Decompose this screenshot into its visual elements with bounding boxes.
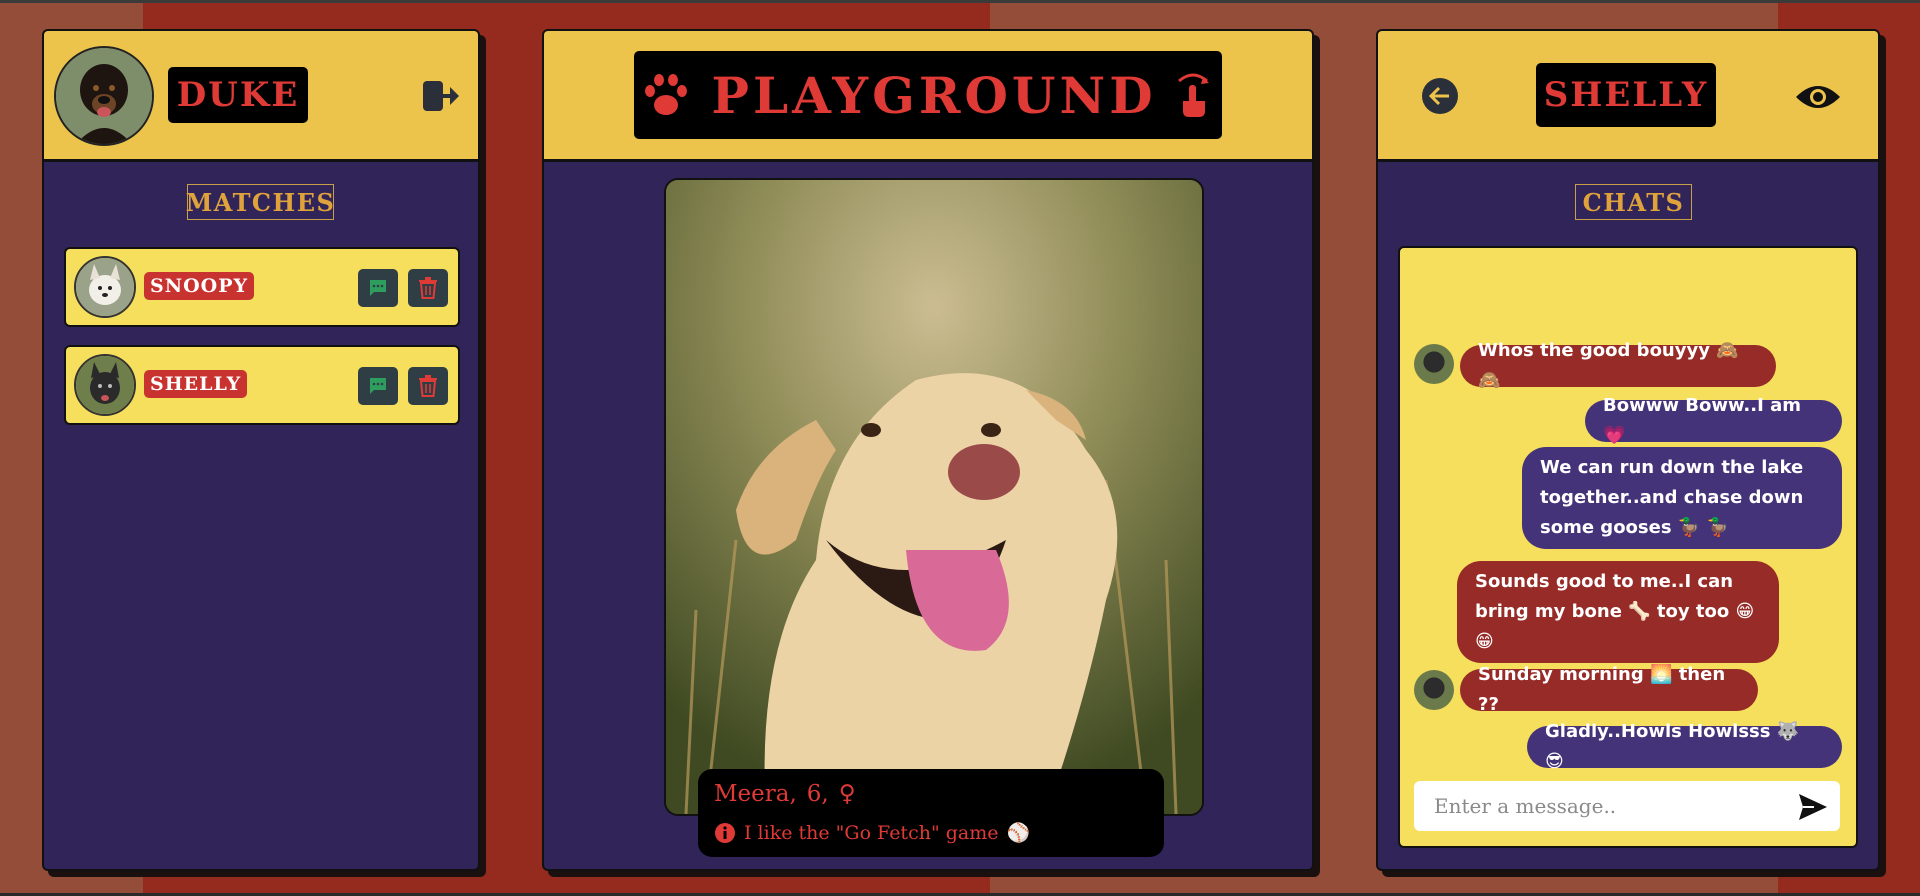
swipe-hand-icon xyxy=(1177,73,1209,117)
chat-bubble-icon xyxy=(370,280,386,296)
back-arrow-icon[interactable] xyxy=(1421,77,1459,115)
profile-bio: I like the "Go Fetch" game ⚾ xyxy=(714,821,1030,844)
match-card-shelly[interactable]: SHELLY xyxy=(64,345,460,425)
user-header: DUKE xyxy=(44,31,478,162)
brand-header: PLAYGROUND xyxy=(544,31,1312,162)
chat-button[interactable] xyxy=(358,269,398,307)
message-bubble: Sunday morning 🌅 then ?? xyxy=(1460,664,1758,715)
eye-icon[interactable] xyxy=(1794,81,1842,113)
chat-button[interactable] xyxy=(358,367,398,405)
delete-button[interactable] xyxy=(408,269,448,307)
message-bubble: Whos the good bouyyy 🙈 🙈 xyxy=(1460,340,1776,391)
match-card-snoopy[interactable]: SNOOPY xyxy=(64,247,460,327)
message-text-line: We can run down the lake xyxy=(1540,457,1804,478)
brand-title: PLAYGROUND xyxy=(711,65,1157,125)
chat-bubble-icon xyxy=(370,378,386,394)
message-bubble: Sounds good to me..I can bring my bone 🦴… xyxy=(1457,561,1779,663)
profile-age: 6, xyxy=(806,781,829,807)
chat-header: SHELLY xyxy=(1378,31,1878,162)
message-text: Gladly..Howls Howlsss 🐺 😎 xyxy=(1545,721,1800,772)
matches-panel: DUKE MATCHES SNOOPY SHELLY xyxy=(42,29,480,871)
message-bubble: Gladly..Howls Howlsss 🐺 😎 xyxy=(1527,721,1842,772)
match-avatar[interactable] xyxy=(74,354,136,416)
paw-icon xyxy=(645,74,688,115)
chat-area: Whos the good bouyyy 🙈 🙈 Bowww Boww..I a… xyxy=(1398,246,1858,848)
match-avatar[interactable] xyxy=(74,256,136,318)
delete-button[interactable] xyxy=(408,367,448,405)
message-text-line: some gooses 🦆 🦆 xyxy=(1540,517,1729,538)
profile-info: Meera, 6, ♀ I like the "Go Fetch" game ⚾ xyxy=(698,769,1164,857)
match-name[interactable]: SHELLY xyxy=(144,370,248,398)
message-bubble: We can run down the lake together..and c… xyxy=(1522,447,1842,549)
shepherd-photo xyxy=(76,356,134,414)
profile-headline: Meera, 6, ♀ xyxy=(714,781,856,807)
message-text-line: 😁 xyxy=(1475,631,1494,652)
trash-icon xyxy=(419,277,437,299)
user-avatar[interactable] xyxy=(54,46,154,146)
message-text: Sunday morning 🌅 then ?? xyxy=(1478,664,1726,715)
playground-panel: PLAYGROUND Meera, 6, ♀ I like the "Go Fe… xyxy=(542,29,1314,871)
window-top-border xyxy=(0,0,1920,3)
trash-icon xyxy=(419,375,437,397)
brand-banner: PLAYGROUND xyxy=(634,51,1222,139)
chat-panel: SHELLY CHATS Whos the good bouyyy 🙈 🙈 Bo… xyxy=(1376,29,1880,871)
female-icon: ♀ xyxy=(838,781,856,807)
send-icon[interactable] xyxy=(1798,793,1828,821)
profile-photo[interactable] xyxy=(664,178,1204,816)
chat-avatar xyxy=(1414,344,1454,384)
profile-bio-text: I like the "Go Fetch" game xyxy=(744,821,999,844)
message-text: Bowww Boww..I am 💗 xyxy=(1603,395,1801,446)
rottweiler-photo xyxy=(56,48,152,144)
message-input[interactable] xyxy=(1414,781,1840,831)
message-text-line: Sounds good to me..I can xyxy=(1475,571,1734,592)
info-icon xyxy=(715,822,735,843)
baseball-icon: ⚾ xyxy=(1006,822,1031,844)
labrador-photo xyxy=(666,180,1202,814)
profile-name: Meera, xyxy=(714,781,797,807)
message-bubble: Bowww Boww..I am 💗 xyxy=(1585,395,1842,446)
chats-title: CHATS xyxy=(1575,184,1692,220)
message-text-line: together..and chase down xyxy=(1540,487,1804,508)
corgi-photo xyxy=(76,258,134,316)
match-name[interactable]: SNOOPY xyxy=(144,272,255,300)
chat-avatar xyxy=(1414,670,1454,710)
message-text-line: bring my bone 🦴 toy too 😁 xyxy=(1475,601,1755,622)
user-name: DUKE xyxy=(168,67,308,123)
logout-icon[interactable] xyxy=(422,79,460,113)
message-text: Whos the good bouyyy 🙈 🙈 xyxy=(1478,340,1739,391)
matches-title: MATCHES xyxy=(186,184,334,220)
chat-partner-name: SHELLY xyxy=(1536,63,1716,127)
